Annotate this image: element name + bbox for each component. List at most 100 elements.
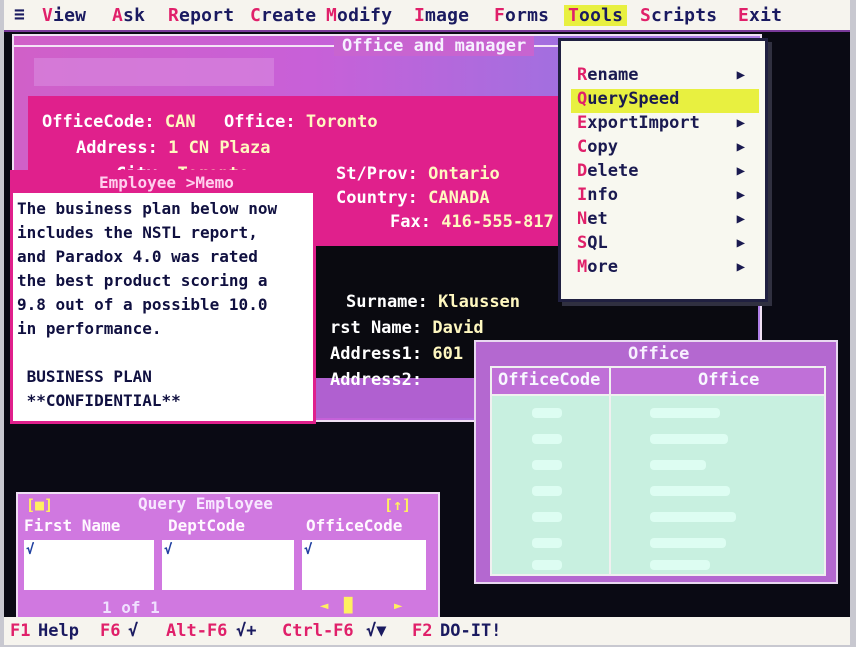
column-header-deptcode[interactable]: DeptCode — [168, 516, 245, 535]
stprov-field[interactable]: St/Prov: Ontario — [336, 164, 500, 184]
table-row[interactable] — [650, 560, 710, 570]
menu-ask[interactable]: Ask — [112, 5, 145, 26]
address-field[interactable]: Address: 1 CN Plaza — [76, 138, 271, 158]
officecode-field[interactable]: OfficeCode: CAN — [42, 112, 196, 132]
tools-menu-net[interactable]: Net ▶ — [577, 209, 759, 233]
menu-report[interactable]: Report — [168, 5, 234, 26]
check-mark-icon[interactable]: √ — [26, 542, 34, 558]
shortcut-label-do-it: DO-IT! — [440, 621, 502, 641]
column-header-officecode[interactable]: OfficeCode — [498, 370, 600, 390]
column-header-office[interactable]: Office — [698, 370, 759, 390]
tools-menu-delete[interactable]: Delete ▶ — [577, 161, 759, 185]
submenu-arrow-icon: ▶ — [736, 139, 745, 155]
menu-exit[interactable]: Exit — [738, 5, 782, 26]
memo-title: Employee >Memo — [99, 173, 234, 192]
scroll-right-icon[interactable]: ► — [394, 598, 402, 614]
fax-field[interactable]: Fax: 416-555-817 — [390, 212, 554, 232]
submenu-arrow-icon: ▶ — [736, 187, 745, 203]
column-header-first-name[interactable]: First Name — [24, 516, 120, 535]
table-row[interactable] — [532, 434, 562, 444]
query-field-deptcode[interactable] — [162, 540, 294, 590]
address1-field[interactable]: Address1: 601 — [330, 344, 463, 364]
shortcut-key-f2[interactable]: F2 — [412, 621, 432, 641]
office-field[interactable]: Office: Toronto — [224, 112, 378, 132]
maximize-icon[interactable]: [↑] — [384, 496, 411, 514]
menu-image[interactable]: Image — [414, 5, 469, 26]
shortcut-key-ctrl-f6[interactable]: Ctrl-F6 — [282, 621, 354, 641]
shortcut-key-f6[interactable]: F6 — [100, 621, 120, 641]
memo-line[interactable]: in performance. — [17, 319, 162, 338]
shortcut-label-help: Help — [38, 621, 79, 641]
table-row[interactable] — [650, 460, 706, 470]
submenu-arrow-icon: ▶ — [736, 115, 745, 131]
submenu-arrow-icon: ▶ — [736, 235, 745, 251]
tools-menu-more[interactable]: More ▶ — [577, 257, 759, 281]
first-name-field[interactable]: rst Name: David — [330, 318, 484, 338]
address2-field[interactable]: Address2: — [330, 370, 422, 390]
memo-line[interactable]: 9.8 out of a possible 10.0 — [17, 295, 267, 314]
menu-scripts[interactable]: Scripts — [640, 5, 717, 26]
office-table-window[interactable]: Office OfficeCode Office — [474, 340, 838, 584]
surname-field[interactable]: Surname: Klaussen — [346, 292, 520, 312]
paradox-screen: ≡ View Ask Report Create Modify Image Fo… — [4, 0, 850, 645]
check-mark-icon[interactable]: √ — [164, 542, 172, 558]
query-title: Query Employee — [138, 494, 273, 513]
menu-create[interactable]: Create — [250, 5, 316, 26]
submenu-arrow-icon: ▶ — [736, 163, 745, 179]
tools-menu-exportimport[interactable]: ExportImport ▶ — [577, 113, 759, 137]
memo-line[interactable]: The business plan below now — [17, 199, 277, 218]
table-row[interactable] — [532, 538, 562, 548]
close-box-icon[interactable]: [■] — [26, 496, 53, 514]
memo-line[interactable]: and Paradox 4.0 was rated — [17, 247, 258, 266]
record-position: 1 of 1 — [102, 598, 160, 617]
table-row[interactable] — [532, 408, 562, 418]
query-employee-window[interactable]: [■] Query Employee [↑] First Name DeptCo… — [16, 492, 440, 622]
table-header: OfficeCode Office — [492, 368, 824, 396]
tools-menu-copy[interactable]: Copy ▶ — [577, 137, 759, 161]
office-table[interactable]: OfficeCode Office — [490, 366, 826, 576]
submenu-arrow-icon: ▶ — [736, 67, 745, 83]
table-row[interactable] — [650, 512, 736, 522]
memo-line[interactable]: BUSINESS PLAN — [17, 367, 152, 386]
scroll-left-icon[interactable]: ◄ — [320, 598, 328, 614]
table-row[interactable] — [650, 434, 728, 444]
employee-memo-window[interactable]: Employee >Memo The business plan below n… — [10, 170, 316, 424]
scroll-thumb[interactable]: █ — [344, 598, 352, 614]
tools-menu-rename[interactable]: Rename ▶ — [577, 65, 759, 89]
menu-modify[interactable]: Modify — [326, 5, 392, 26]
shortcut-label-check-descending: √▼ — [366, 621, 387, 641]
background-artifact — [34, 58, 274, 86]
table-row[interactable] — [532, 560, 562, 570]
query-field-officecode[interactable] — [302, 540, 426, 590]
shortcut-label-check-plus: √+ — [236, 621, 257, 641]
tools-menu-sql[interactable]: SQL ▶ — [577, 233, 759, 257]
submenu-arrow-icon: ▶ — [736, 211, 745, 227]
table-row[interactable] — [532, 460, 562, 470]
country-field[interactable]: Country: CANADA — [336, 188, 490, 208]
column-header-officecode[interactable]: OfficeCode — [306, 516, 402, 535]
query-field-first-name[interactable] — [24, 540, 154, 590]
check-mark-icon[interactable]: √ — [304, 542, 312, 558]
office-table-title: Office — [628, 344, 690, 364]
table-row[interactable] — [532, 486, 562, 496]
menu-view[interactable]: View — [42, 5, 86, 26]
table-row[interactable] — [532, 512, 562, 522]
window-title: Office and manager — [334, 36, 535, 56]
tools-menu[interactable]: Rename ▶ QuerySpeed ExportImport ▶ Copy ▶ D… — [558, 38, 768, 302]
table-row[interactable] — [650, 486, 730, 496]
memo-line[interactable]: **CONFIDENTIAL** — [17, 391, 181, 410]
tools-menu-queryspeed[interactable]: QuerySpeed — [571, 89, 759, 113]
submenu-arrow-icon: ▶ — [736, 259, 745, 275]
shortcut-key-alt-f6[interactable]: Alt-F6 — [166, 621, 227, 641]
tools-menu-info[interactable]: Info ▶ — [577, 185, 759, 209]
menu-forms[interactable]: Forms — [494, 5, 549, 26]
menu-bar: ≡ View Ask Report Create Modify Image Fo… — [4, 0, 850, 32]
table-row[interactable] — [650, 408, 720, 418]
menu-tools[interactable]: Tools — [564, 5, 628, 26]
system-menu-icon[interactable]: ≡ — [14, 4, 25, 25]
shortcut-key-f1[interactable]: F1 — [10, 621, 30, 641]
memo-line[interactable]: includes the NSTL report, — [17, 223, 258, 242]
memo-line[interactable]: the best product scoring a — [17, 271, 267, 290]
status-bar: F1 Help F6 √ Alt-F6 √+ Ctrl-F6 √▼ F2 DO-… — [4, 617, 850, 645]
table-row[interactable] — [650, 538, 726, 548]
